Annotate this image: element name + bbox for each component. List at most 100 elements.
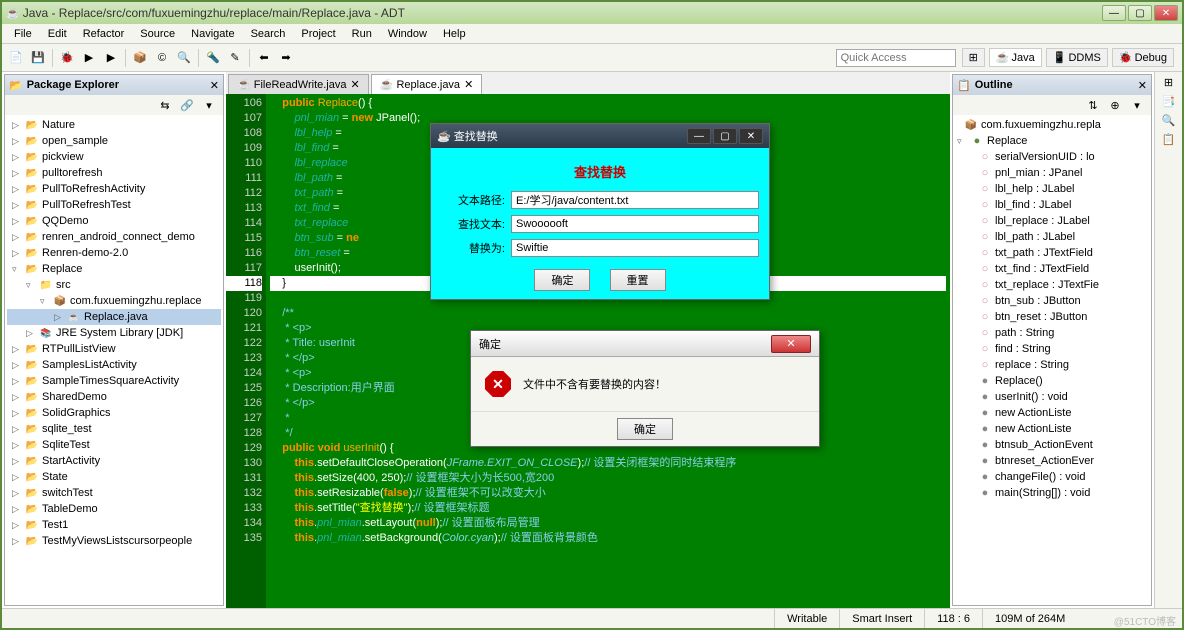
tree-item[interactable]: ▿src — [7, 277, 221, 293]
outline-item[interactable]: pnl_mian : JPanel — [955, 165, 1149, 181]
tree-item[interactable]: ▿Replace — [7, 261, 221, 277]
close-icon[interactable]: ✕ — [464, 78, 473, 91]
tool-icon[interactable]: ⊞ — [1164, 76, 1173, 89]
sort-icon[interactable]: ⇅ — [1083, 95, 1103, 115]
find-input[interactable] — [511, 215, 759, 233]
tree-item[interactable]: ▷TestMyViewsListscursorpeople — [7, 533, 221, 549]
tree-item[interactable]: ▷Test1 — [7, 517, 221, 533]
outline-item[interactable]: txt_path : JTextField — [955, 245, 1149, 261]
perspective-debug[interactable]: 🐞 Debug — [1112, 48, 1174, 67]
outline-class[interactable]: ▿Replace — [955, 133, 1149, 149]
tree-item[interactable]: ▷SqliteTest — [7, 437, 221, 453]
outline-item[interactable]: txt_replace : JTextFie — [955, 277, 1149, 293]
outline-item[interactable]: lbl_replace : JLabel — [955, 213, 1149, 229]
debug-icon[interactable]: 🐞 — [57, 48, 77, 68]
minimize-button[interactable]: — — [1102, 5, 1126, 21]
tool-icon[interactable]: 📋 — [1162, 133, 1176, 146]
tree-item[interactable]: ▷Nature — [7, 117, 221, 133]
close-icon[interactable]: ✕ — [210, 79, 219, 92]
outline-item[interactable]: btnreset_ActionEver — [955, 453, 1149, 469]
tree-item[interactable]: ▷SharedDemo — [7, 389, 221, 405]
open-type-icon[interactable]: 🔍 — [174, 48, 194, 68]
outline-item[interactable]: btn_reset : JButton — [955, 309, 1149, 325]
tree-item[interactable]: ▷switchTest — [7, 485, 221, 501]
forward-icon[interactable]: ➡ — [276, 48, 296, 68]
close-button[interactable]: ✕ — [771, 335, 811, 353]
outline-item[interactable]: new ActionListe — [955, 421, 1149, 437]
menu-help[interactable]: Help — [435, 26, 474, 42]
tree-item[interactable]: ▷pulltorefresh — [7, 165, 221, 181]
tool-icon[interactable]: 📑 — [1162, 95, 1176, 108]
tree-item[interactable]: ▷Replace.java — [7, 309, 221, 325]
editor-tab[interactable]: ☕ Replace.java ✕ — [371, 74, 483, 94]
tree-item[interactable]: ▷pickview — [7, 149, 221, 165]
tree-item[interactable]: ▷QQDemo — [7, 213, 221, 229]
editor-tab[interactable]: ☕ FileReadWrite.java ✕ — [228, 74, 369, 94]
menu-edit[interactable]: Edit — [40, 26, 75, 42]
menu-file[interactable]: File — [6, 26, 40, 42]
outline-item[interactable]: txt_find : JTextField — [955, 261, 1149, 277]
new-icon[interactable]: 📄 — [6, 48, 26, 68]
tree-item[interactable]: ▷sqlite_test — [7, 421, 221, 437]
tool-icon[interactable]: 🔍 — [1162, 114, 1176, 127]
ok-button[interactable]: 确定 — [617, 418, 673, 440]
close-button[interactable]: ✕ — [1154, 5, 1178, 21]
quick-access-input[interactable] — [836, 49, 956, 67]
collapse-icon[interactable]: ⇆ — [155, 95, 175, 115]
maximize-button[interactable]: ▢ — [1128, 5, 1152, 21]
run-ext-icon[interactable]: ▶ — [101, 48, 121, 68]
menu-search[interactable]: Search — [243, 26, 294, 42]
menu-source[interactable]: Source — [132, 26, 183, 42]
menu-project[interactable]: Project — [293, 26, 343, 42]
run-icon[interactable]: ▶ — [79, 48, 99, 68]
tree-item[interactable]: ▷SamplesListActivity — [7, 357, 221, 373]
link-icon[interactable]: 🔗 — [177, 95, 197, 115]
tree-item[interactable]: ▷SampleTimesSquareActivity — [7, 373, 221, 389]
tree-item[interactable]: ▷State — [7, 469, 221, 485]
tree-item[interactable]: ▿com.fuxuemingzhu.replace — [7, 293, 221, 309]
menu-icon[interactable]: ▾ — [199, 95, 219, 115]
back-icon[interactable]: ⬅ — [254, 48, 274, 68]
tree-item[interactable]: ▷RTPullListView — [7, 341, 221, 357]
menu-refactor[interactable]: Refactor — [75, 26, 133, 42]
tree-item[interactable]: ▷renren_android_connect_demo — [7, 229, 221, 245]
menu-icon[interactable]: ▾ — [1127, 95, 1147, 115]
ok-button[interactable]: 确定 — [534, 269, 590, 291]
filter-icon[interactable]: ⊕ — [1105, 95, 1125, 115]
outline-package[interactable]: com.fuxuemingzhu.repla — [955, 117, 1149, 133]
tree-item[interactable]: ▷JRE System Library [JDK] — [7, 325, 221, 341]
outline-item[interactable]: main(String[]) : void — [955, 485, 1149, 501]
message-title-bar[interactable]: 确定 ✕ — [471, 331, 819, 357]
perspective-ddms[interactable]: 📱 DDMS — [1046, 48, 1108, 67]
outline-item[interactable]: lbl_path : JLabel — [955, 229, 1149, 245]
maximize-button[interactable]: ▢ — [713, 128, 737, 144]
dialog-title-bar[interactable]: ☕ 查找替换 — ▢ ✕ — [431, 124, 769, 148]
outline-item[interactable]: changeFile() : void — [955, 469, 1149, 485]
outline-item[interactable]: lbl_find : JLabel — [955, 197, 1149, 213]
new-class-icon[interactable]: © — [152, 48, 172, 68]
outline-item[interactable]: Replace() — [955, 373, 1149, 389]
outline-item[interactable]: find : String — [955, 341, 1149, 357]
outline-item[interactable]: new ActionListe — [955, 405, 1149, 421]
minimize-button[interactable]: — — [687, 128, 711, 144]
save-icon[interactable]: 💾 — [28, 48, 48, 68]
close-icon[interactable]: ✕ — [350, 78, 359, 91]
outline-item[interactable]: btnsub_ActionEvent — [955, 437, 1149, 453]
outline-item[interactable]: lbl_help : JLabel — [955, 181, 1149, 197]
menu-run[interactable]: Run — [344, 26, 380, 42]
reset-button[interactable]: 重置 — [610, 269, 666, 291]
outline-item[interactable]: userInit() : void — [955, 389, 1149, 405]
outline-item[interactable]: btn_sub : JButton — [955, 293, 1149, 309]
tree-item[interactable]: ▷PullToRefreshActivity — [7, 181, 221, 197]
tree-item[interactable]: ▷TableDemo — [7, 501, 221, 517]
menu-window[interactable]: Window — [380, 26, 435, 42]
tree-item[interactable]: ▷Renren-demo-2.0 — [7, 245, 221, 261]
tree-item[interactable]: ▷open_sample — [7, 133, 221, 149]
replace-input[interactable] — [511, 239, 759, 257]
close-icon[interactable]: ✕ — [1138, 79, 1147, 92]
perspective-java[interactable]: ☕ Java — [989, 48, 1042, 67]
tree-item[interactable]: ▷SolidGraphics — [7, 405, 221, 421]
outline-item[interactable]: serialVersionUID : lo — [955, 149, 1149, 165]
annotate-icon[interactable]: ✎ — [225, 48, 245, 68]
close-button[interactable]: ✕ — [739, 128, 763, 144]
